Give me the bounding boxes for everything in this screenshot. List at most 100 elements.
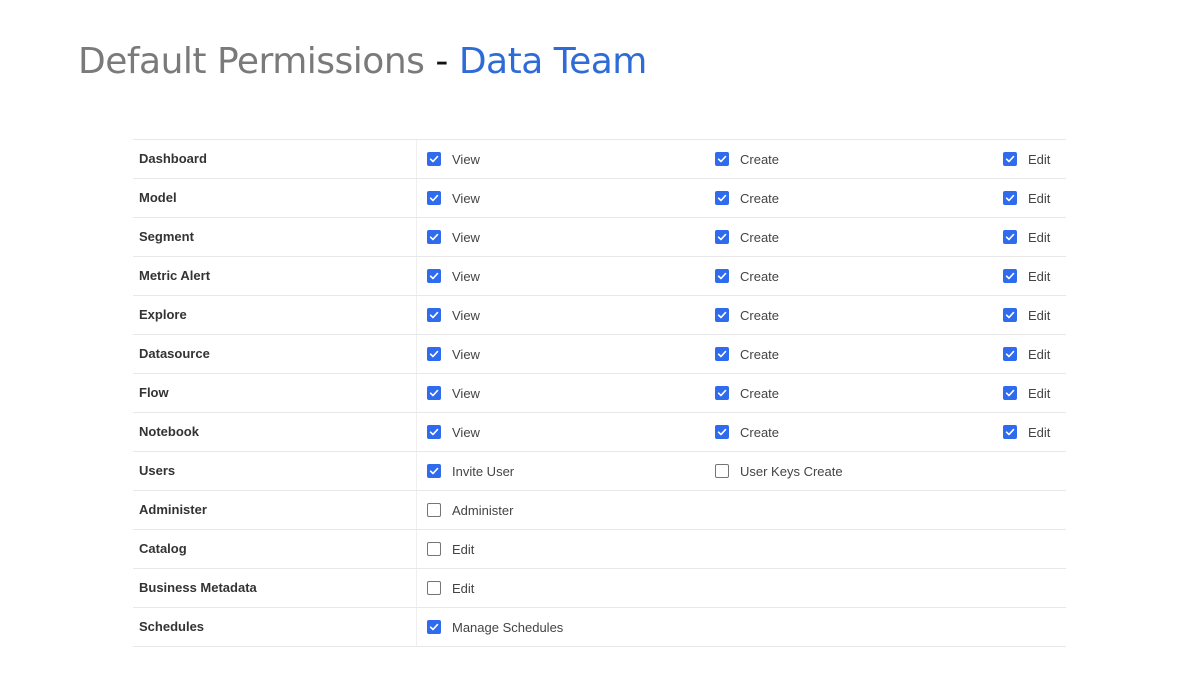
checkbox-checked[interactable] [1003, 386, 1017, 400]
permission-option-datasource-edit[interactable]: Edit [1003, 335, 1050, 373]
column-divider [416, 140, 417, 178]
permission-row-segment: Segment View Create Edit [133, 218, 1066, 257]
permission-option-label: View [452, 190, 480, 206]
checkbox-checked[interactable] [427, 620, 441, 634]
checkmark-icon [429, 623, 439, 631]
permission-option-metric-alert-create[interactable]: Create [715, 257, 779, 295]
checkbox-checked[interactable] [715, 191, 729, 205]
checkbox-checked[interactable] [715, 308, 729, 322]
permission-option-segment-edit[interactable]: Edit [1003, 218, 1050, 256]
checkmark-icon [717, 272, 727, 280]
checkmark-icon [717, 311, 727, 319]
permission-option-model-create[interactable]: Create [715, 179, 779, 217]
checkbox-checked[interactable] [1003, 425, 1017, 439]
permission-name: Users [139, 463, 176, 478]
permission-option-label: Invite User [452, 463, 515, 479]
permission-option-metric-alert-view[interactable]: View [427, 257, 480, 295]
checkmark-icon [1005, 155, 1015, 163]
checkbox-checked[interactable] [715, 347, 729, 361]
checkmark-icon [1005, 311, 1015, 319]
checkmark-icon [1005, 389, 1015, 397]
permission-option-label: Administer [452, 502, 514, 518]
permission-option-users-invite-user[interactable]: Invite User [427, 452, 514, 490]
checkbox-checked[interactable] [427, 152, 441, 166]
checkbox-checked[interactable] [427, 230, 441, 244]
permission-name: Flow [139, 385, 169, 400]
checkmark-icon [1005, 272, 1015, 280]
checkmark-icon [1005, 428, 1015, 436]
permission-row-business-metadata: Business Metadata Edit [133, 569, 1066, 608]
permission-option-explore-view[interactable]: View [427, 296, 480, 334]
checkbox-checked[interactable] [715, 152, 729, 166]
column-divider [416, 452, 417, 490]
checkbox-checked[interactable] [427, 269, 441, 283]
checkbox-checked[interactable] [715, 230, 729, 244]
checkbox-checked[interactable] [427, 464, 441, 478]
permission-option-dashboard-edit[interactable]: Edit [1003, 140, 1050, 178]
checkmark-icon [717, 233, 727, 241]
permission-option-datasource-view[interactable]: View [427, 335, 480, 373]
permission-name: Segment [139, 229, 194, 244]
permission-option-schedules-manage-schedules[interactable]: Manage Schedules [427, 608, 563, 646]
checkbox-checked[interactable] [427, 425, 441, 439]
permission-option-flow-edit[interactable]: Edit [1003, 374, 1050, 412]
checkbox-checked[interactable] [1003, 152, 1017, 166]
checkmark-icon [717, 389, 727, 397]
checkbox-checked[interactable] [1003, 308, 1017, 322]
checkbox-checked[interactable] [1003, 269, 1017, 283]
permission-option-explore-edit[interactable]: Edit [1003, 296, 1050, 334]
permission-option-metric-alert-edit[interactable]: Edit [1003, 257, 1050, 295]
permission-option-notebook-edit[interactable]: Edit [1003, 413, 1050, 451]
checkbox-checked[interactable] [427, 347, 441, 361]
checkbox-unchecked[interactable] [715, 464, 729, 478]
checkbox-checked[interactable] [1003, 230, 1017, 244]
checkmark-icon [429, 350, 439, 358]
checkmark-icon [429, 428, 439, 436]
permission-option-catalog-edit[interactable]: Edit [427, 530, 474, 568]
checkbox-checked[interactable] [1003, 347, 1017, 361]
checkbox-checked[interactable] [1003, 191, 1017, 205]
column-divider [416, 296, 417, 334]
permission-option-segment-create[interactable]: Create [715, 218, 779, 256]
permission-option-explore-create[interactable]: Create [715, 296, 779, 334]
permission-option-notebook-view[interactable]: View [427, 413, 480, 451]
permission-row-notebook: Notebook View Create Edit [133, 413, 1066, 452]
checkmark-icon [717, 155, 727, 163]
permission-option-administer-administer[interactable]: Administer [427, 491, 513, 529]
permission-row-schedules: Schedules Manage Schedules [133, 608, 1066, 647]
permission-option-label: View [452, 268, 480, 284]
permission-row-model: Model View Create Edit [133, 179, 1066, 218]
checkbox-unchecked[interactable] [427, 581, 441, 595]
permission-name: Explore [139, 307, 187, 322]
permission-option-dashboard-create[interactable]: Create [715, 140, 779, 178]
permission-option-segment-view[interactable]: View [427, 218, 480, 256]
permission-option-label: Edit [1028, 190, 1051, 206]
permission-option-label: Create [740, 346, 780, 362]
permission-option-dashboard-view[interactable]: View [427, 140, 480, 178]
permission-row-catalog: Catalog Edit [133, 530, 1066, 569]
permission-option-label: View [452, 151, 480, 167]
permission-row-users: Users Invite User User Keys Create [133, 452, 1066, 491]
checkbox-unchecked[interactable] [427, 542, 441, 556]
permission-option-model-view[interactable]: View [427, 179, 480, 217]
permission-option-flow-create[interactable]: Create [715, 374, 779, 412]
permission-option-business-metadata-edit[interactable]: Edit [427, 569, 474, 607]
permission-option-label: View [452, 229, 480, 245]
permission-option-flow-view[interactable]: View [427, 374, 480, 412]
checkmark-icon [429, 311, 439, 319]
checkbox-checked[interactable] [715, 269, 729, 283]
permission-row-administer: Administer Administer [133, 491, 1066, 530]
permission-option-label: Create [740, 385, 780, 401]
permission-row-flow: Flow View Create Edit [133, 374, 1066, 413]
permission-option-model-edit[interactable]: Edit [1003, 179, 1050, 217]
checkbox-checked[interactable] [427, 191, 441, 205]
permission-option-notebook-create[interactable]: Create [715, 413, 779, 451]
checkbox-checked[interactable] [427, 308, 441, 322]
permission-option-datasource-create[interactable]: Create [715, 335, 779, 373]
permission-option-users-user-keys-create[interactable]: User Keys Create [715, 452, 843, 490]
checkbox-checked[interactable] [715, 425, 729, 439]
checkbox-checked[interactable] [715, 386, 729, 400]
checkbox-unchecked[interactable] [427, 503, 441, 517]
permission-name: Datasource [139, 346, 210, 361]
checkbox-checked[interactable] [427, 386, 441, 400]
